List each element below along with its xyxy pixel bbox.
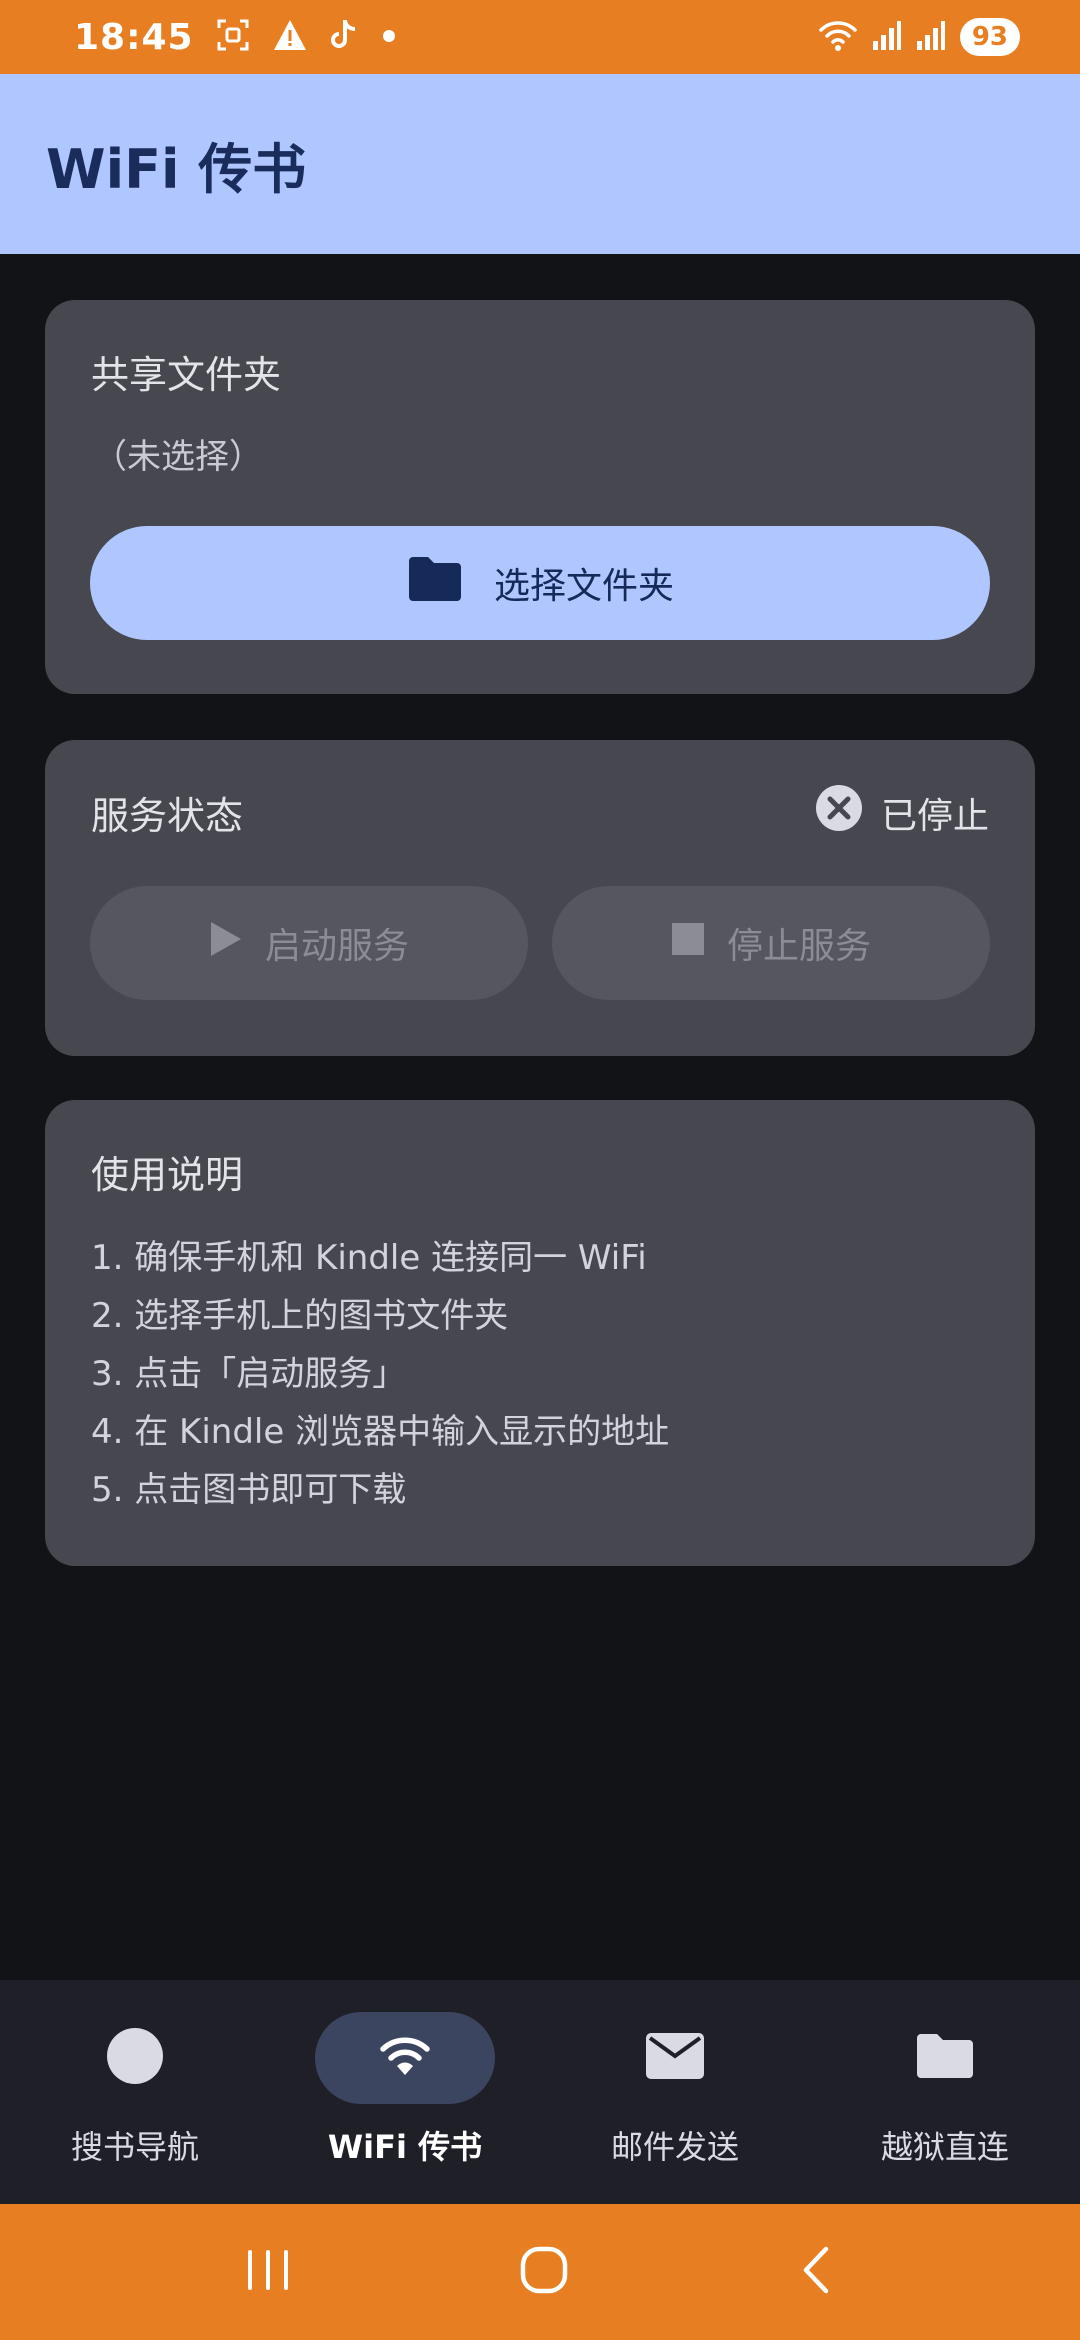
- service-status-card: 服务状态 已停止 启动服务 停止服务: [45, 740, 1035, 1056]
- signal-icon: [872, 19, 902, 55]
- nav-icon-container: [45, 2012, 225, 2104]
- service-button-row: 启动服务 停止服务: [90, 886, 990, 1000]
- instruction-step: 4. 在 Kindle 浏览器中输入显示的地址: [91, 1412, 670, 1452]
- status-bar: 18:45 93: [0, 0, 1080, 74]
- shared-folder-card: 共享文件夹 （未选择） 选择文件夹: [45, 300, 1035, 694]
- instructions-title: 使用说明: [91, 1153, 244, 1197]
- battery-icon: 93: [959, 18, 1020, 56]
- stop-service-label: 停止服务: [726, 926, 871, 967]
- nav-label: WiFi 传书: [327, 2128, 483, 2166]
- status-right: 93: [818, 18, 1020, 56]
- nav-item-jailbreak-connect[interactable]: 越狱直连: [820, 2012, 1070, 2168]
- nav-icon-container: [585, 2012, 765, 2104]
- app-bar: WiFi 传书: [0, 74, 1080, 254]
- start-service-label: 启动服务: [264, 926, 409, 967]
- folder-icon: [915, 2032, 975, 2084]
- tiktok-icon: [330, 18, 360, 56]
- stop-icon: [671, 922, 705, 965]
- folder-icon: [406, 555, 464, 612]
- bottom-navigation: 搜书导航 WiFi 传书 邮件发送 越狱直连: [0, 1980, 1080, 2204]
- nav-item-wifi-transfer[interactable]: WiFi 传书: [280, 2012, 530, 2168]
- page-title: WiFi 传书: [46, 137, 307, 201]
- service-status-title: 服务状态: [91, 794, 244, 838]
- service-status-label: 已停止: [880, 795, 989, 837]
- mail-icon: [645, 2032, 705, 2084]
- wifi-icon: [378, 2033, 432, 2083]
- back-icon[interactable]: [796, 2245, 836, 2299]
- instructions-list: 1. 确保手机和 Kindle 连接同一 WiFi 2. 选择手机上的图书文件夹…: [91, 1229, 989, 1519]
- instruction-step: 3. 点击「启动服务」: [91, 1354, 407, 1394]
- start-service-button[interactable]: 启动服务: [90, 886, 528, 1000]
- cancel-icon: [815, 784, 863, 841]
- folder-status-text: （未选择）: [93, 437, 263, 477]
- nav-label: 邮件发送: [610, 2128, 739, 2166]
- stop-service-button[interactable]: 停止服务: [552, 886, 990, 1000]
- dot-icon: [382, 28, 396, 47]
- select-folder-button[interactable]: 选择文件夹: [90, 526, 990, 640]
- nav-label: 搜书导航: [70, 2128, 199, 2166]
- nav-item-book-search[interactable]: 搜书导航: [10, 2012, 260, 2168]
- home-icon[interactable]: [519, 2245, 569, 2299]
- nav-label: 越狱直连: [880, 2128, 1009, 2166]
- nav-item-email-send[interactable]: 邮件发送: [550, 2012, 800, 2168]
- instructions-card: 使用说明 1. 确保手机和 Kindle 连接同一 WiFi 2. 选择手机上的…: [45, 1100, 1035, 1566]
- instruction-step: 1. 确保手机和 Kindle 连接同一 WiFi: [91, 1238, 647, 1278]
- nav-icon-container: [855, 2012, 1035, 2104]
- status-time: 18:45: [74, 16, 194, 58]
- circle-icon: [105, 2026, 165, 2090]
- play-icon: [209, 920, 243, 967]
- signal-icon: [916, 19, 946, 55]
- instruction-step: 2. 选择手机上的图书文件夹: [91, 1296, 509, 1336]
- system-navigation-bar: [0, 2204, 1080, 2340]
- service-status-badge: 已停止: [815, 784, 989, 841]
- select-folder-label: 选择文件夹: [493, 566, 674, 607]
- warning-icon: [272, 18, 308, 56]
- shared-folder-title: 共享文件夹: [91, 353, 282, 397]
- instruction-step: 5. 点击图书即可下载: [91, 1470, 407, 1510]
- wifi-icon: [818, 18, 858, 56]
- service-header: 服务状态 已停止: [91, 784, 989, 841]
- recent-apps-icon[interactable]: [244, 2248, 292, 2296]
- nav-icon-container: [315, 2012, 495, 2104]
- screenshot-icon: [216, 18, 250, 56]
- status-left: 18:45: [74, 17, 396, 58]
